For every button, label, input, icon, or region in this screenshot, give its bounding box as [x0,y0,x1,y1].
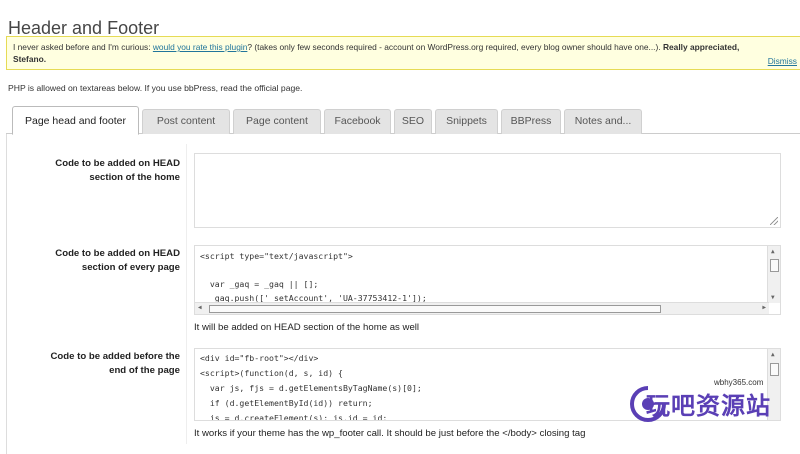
tab-post-content[interactable]: Post content [142,109,230,134]
watermark-logo: wbhy365.com 玩吧资源站 [628,378,798,428]
head-every-page-label-line2: section of every page [81,262,180,273]
head-home-label-line1: Code to be added on HEAD [55,158,180,169]
code-line: <script>(function(d, s, id) { [200,368,343,378]
before-body-end-label-line1: Code to be added before the [50,351,180,362]
head-every-page-label: Code to be added on HEAD section of ever… [8,247,180,275]
code-line: var js, fjs = d.getElementsByTagName(s)[… [200,383,422,393]
scroll-thumb[interactable] [770,259,779,272]
scroll-left-icon[interactable]: ◀ [198,304,202,311]
head-home-label: Code to be added on HEAD section of the … [8,157,180,185]
tab-bbpress[interactable]: BBPress [501,109,561,134]
tab-page-content[interactable]: Page content [233,109,321,134]
tab-bar: Page head and footer Post content Page c… [6,106,800,135]
scroll-down-icon[interactable]: ▼ [771,294,775,301]
rate-plugin-notice: I never asked before and I'm curious: wo… [6,36,800,70]
tab-notes-and[interactable]: Notes and... [564,109,642,134]
tab-seo[interactable]: SEO [394,109,432,134]
scroll-thumb[interactable] [209,305,661,313]
column-divider [186,144,187,444]
head-home-label-line2: section of the home [89,172,180,183]
watermark-text: 玩吧资源站 [646,393,771,420]
before-body-end-label: Code to be added before the end of the p… [8,350,180,378]
scroll-right-icon[interactable]: ▶ [762,304,766,311]
scroll-up-icon[interactable]: ▲ [771,351,775,358]
scroll-thumb[interactable] [770,363,779,376]
horizontal-scrollbar[interactable]: ◀ ▶ [195,302,769,314]
code-line: <script type="text/javascript"> [200,251,353,261]
notice-bold-text: Really appreciated, [662,42,740,52]
before-body-end-label-line2: end of the page [109,365,180,376]
tab-facebook[interactable]: Facebook [324,109,391,134]
notice-signature: Stefano. [13,54,47,64]
tab-snippets[interactable]: Snippets [435,109,498,134]
php-note: PHP is allowed on textareas below. If yo… [8,83,303,93]
code-line: var _gaq = _gaq || []; [200,279,319,289]
code-line: if (d.getElementById(id)) return; [200,398,373,408]
code-line: js = d.createElement(s); js.id = id; [200,413,388,421]
scroll-up-icon[interactable]: ▲ [771,248,775,255]
head-every-page-textarea[interactable]: <script type="text/javascript"> var _gaq… [194,245,781,315]
head-home-textarea[interactable] [194,153,781,228]
head-every-page-label-line1: Code to be added on HEAD [55,248,180,259]
rate-plugin-link[interactable]: would you rate this plugin [153,42,248,52]
code-line: <div id="fb-root"></div> [200,353,319,363]
tab-page-head-and-footer[interactable]: Page head and footer [12,106,139,135]
notice-text-after: ? (takes only few seconds required - acc… [247,42,663,52]
resize-grip-icon[interactable] [770,217,778,225]
head-every-page-hint: It will be added on HEAD section of the … [194,322,420,333]
notice-text-before: I never asked before and I'm curious: [13,42,153,52]
before-body-end-hint: It works if your theme has the wp_footer… [194,428,586,439]
dismiss-link[interactable]: Dismiss [768,55,797,67]
vertical-scrollbar[interactable]: ▲ ▼ [767,246,780,303]
